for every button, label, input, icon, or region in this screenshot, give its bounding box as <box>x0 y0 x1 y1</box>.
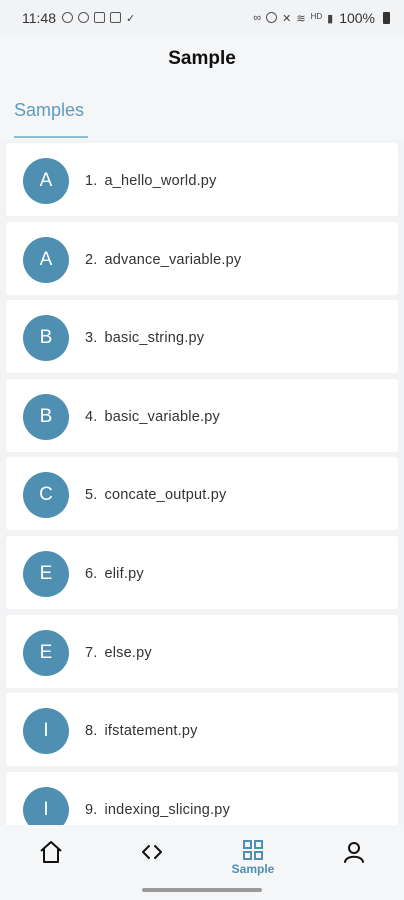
list-item-number: 1. <box>85 173 98 189</box>
avatar: I <box>23 708 69 755</box>
notification-icon <box>62 11 73 23</box>
avatar: B <box>23 393 69 440</box>
tab-strip: Samples <box>0 82 404 140</box>
list-item[interactable]: E 6. elif.py <box>6 535 398 609</box>
list-item-label: 2. advance_variable.py <box>85 252 241 268</box>
code-icon <box>142 845 162 859</box>
notification-icons: ✓ <box>62 11 136 25</box>
list-item-label: 8. ifstatement.py <box>85 723 198 739</box>
list-item-filename: basic_string.py <box>104 330 205 347</box>
avatar: I <box>23 786 69 825</box>
list-item-filename: a_hello_world.py <box>104 173 217 189</box>
list-item-number: 5. <box>85 487 98 504</box>
list-item[interactable]: I 9. indexing_slicing.py <box>6 771 398 825</box>
battery-text: 100% <box>339 10 375 26</box>
list-item[interactable]: E 7. else.py <box>6 614 398 688</box>
battery-icon <box>383 12 390 24</box>
user-icon <box>344 842 364 863</box>
app-bar: Sample <box>0 36 404 82</box>
list-item-label: 5. concate_output.py <box>85 487 226 503</box>
status-left: 11:48 ✓ <box>22 10 135 26</box>
list-item-filename: advance_variable.py <box>104 251 242 268</box>
avatar: A <box>23 158 69 204</box>
list-item-number: 4. <box>85 408 98 425</box>
page-title: Sample <box>168 48 236 69</box>
list-item-filename: indexing_slicing.py <box>104 801 231 818</box>
list-item[interactable]: I 8. ifstatement.py <box>6 693 398 767</box>
nav-sample-label: Sample <box>231 862 275 876</box>
home-icon <box>40 841 62 863</box>
tab-samples[interactable]: Samples <box>14 100 84 121</box>
link-icon: ∞ <box>253 11 262 24</box>
list-item-number: 9. <box>85 801 98 818</box>
wifi-icon: ≋ <box>296 12 306 25</box>
list-item-number: 3. <box>85 330 98 347</box>
nav-sample[interactable]: Sample <box>223 839 283 879</box>
list-item[interactable]: A 2. advance_variable.py <box>6 221 398 295</box>
nav-profile[interactable] <box>324 839 384 879</box>
list-item-label: 6. elif.py <box>85 566 144 582</box>
list-item-filename: basic_variable.py <box>104 408 220 425</box>
nav-code[interactable] <box>122 839 182 879</box>
list-item-number: 2. <box>85 251 98 268</box>
home-indicator[interactable] <box>142 888 262 892</box>
grid-icon <box>243 840 263 860</box>
list-item[interactable]: B 3. basic_string.py <box>6 300 398 374</box>
sample-list[interactable]: A 1. a_hello_world.py A 2. advance_variabl… <box>6 143 398 825</box>
avatar: E <box>23 550 69 597</box>
account-icon <box>78 11 89 23</box>
list-item-label: 4. basic_variable.py <box>85 409 220 425</box>
network-type-label: HD <box>310 11 323 21</box>
list-item-filename: concate_output.py <box>104 487 227 504</box>
avatar: E <box>23 629 69 676</box>
list-item-label: 3. basic_string.py <box>85 330 204 346</box>
list-item-label: 1. a_hello_world.py <box>85 173 217 189</box>
status-time: 11:48 <box>22 10 56 26</box>
alarm-icon <box>266 11 278 23</box>
status-right: ∞ ✕ ≋ HD ▮ 100% <box>253 10 390 26</box>
image-icon <box>110 11 121 23</box>
check-icon: ✓ <box>126 12 136 25</box>
list-item-label: 7. else.py <box>85 645 152 661</box>
lock-icon <box>94 11 105 23</box>
mute-icon: ✕ <box>282 12 292 25</box>
list-item-number: 7. <box>85 644 98 661</box>
list-item-number: 6. <box>85 565 98 582</box>
signal-icon: ▮ <box>327 12 334 25</box>
avatar: B <box>23 315 69 362</box>
tab-indicator <box>14 136 88 138</box>
list-item-number: 8. <box>85 723 98 740</box>
list-item-filename: ifstatement.py <box>104 723 198 740</box>
list-item[interactable]: A 1. a_hello_world.py <box>6 143 398 216</box>
list-item-filename: else.py <box>104 644 152 661</box>
list-item[interactable]: B 4. basic_variable.py <box>6 378 398 452</box>
list-item[interactable]: C 5. concate_output.py <box>6 457 398 531</box>
list-item-label: 9. indexing_slicing.py <box>85 802 230 818</box>
nav-home[interactable] <box>21 839 81 879</box>
avatar: C <box>23 472 69 519</box>
system-icons: ∞ ✕ ≋ HD ▮ <box>253 11 334 25</box>
list-item-filename: elif.py <box>104 565 144 582</box>
avatar: A <box>23 236 69 283</box>
status-bar: 11:48 ✓ ∞ ✕ ≋ HD ▮ 100% <box>0 0 404 36</box>
